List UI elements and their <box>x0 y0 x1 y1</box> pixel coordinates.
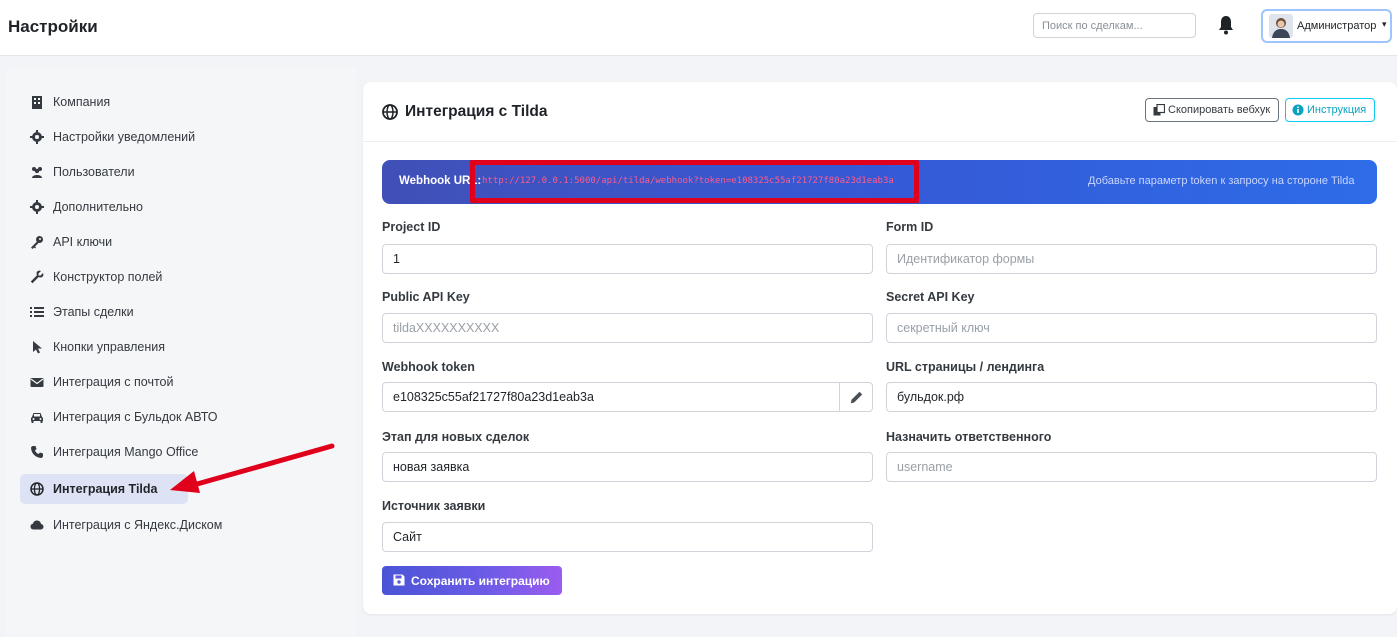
sidebar-item-notifications[interactable]: Настройки уведомлений <box>20 122 195 152</box>
tilda-integration-card: Интеграция с Tilda Скопировать вебхук Ин… <box>363 82 1397 614</box>
sidebar-item-advanced[interactable]: Дополнительно <box>20 192 188 222</box>
sidebar-item-yandex-disk[interactable]: Интеграция с Яндекс.Диском <box>20 510 240 540</box>
sidebar-item-label: Интеграция с Яндекс.Диском <box>53 518 223 532</box>
webhook-hint: Добавьте параметр token к запросу на сто… <box>1088 175 1355 187</box>
envelope-icon <box>30 378 44 387</box>
responsible-input[interactable] <box>886 452 1377 482</box>
project-id-input[interactable] <box>382 244 873 274</box>
responsible-label: Назначить ответственного <box>886 430 1052 444</box>
webhook-token-label: Webhook token <box>382 360 475 374</box>
info-icon <box>1292 104 1304 116</box>
stage-input[interactable] <box>382 452 873 482</box>
sidebar-item-label: Компания <box>53 95 111 109</box>
webhook-token-input[interactable] <box>382 382 840 412</box>
sidebar: Компания Настройки уведомлений Пользоват… <box>6 68 356 637</box>
sidebar-item-label: Настройки уведомлений <box>53 130 196 144</box>
landing-url-input[interactable] <box>886 382 1377 412</box>
pointer-icon <box>33 341 42 354</box>
key-icon <box>31 236 43 249</box>
sidebar-item-users[interactable]: Пользователи <box>20 157 188 187</box>
globe-icon <box>382 104 398 120</box>
secret-key-input[interactable] <box>886 313 1377 343</box>
sidebar-item-label: Пользователи <box>53 165 135 179</box>
sidebar-item-control-buttons[interactable]: Кнопки управления <box>20 332 188 362</box>
bell-icon[interactable] <box>1218 15 1234 35</box>
sidebar-item-label: Кнопки управления <box>53 340 166 354</box>
search-input[interactable] <box>1033 13 1196 38</box>
form-id-label: Form ID <box>886 220 934 234</box>
top-bar: Настройки Администратор ▾ <box>0 0 1397 56</box>
user-menu[interactable]: Администратор ▾ <box>1261 9 1392 43</box>
project-id-label: Project ID <box>382 220 441 234</box>
phone-icon <box>31 446 43 458</box>
sidebar-item-mail-integration[interactable]: Интеграция с почтой <box>20 367 188 397</box>
sidebar-item-label: Дополнительно <box>53 200 143 214</box>
sidebar-item-label: API ключи <box>53 235 113 249</box>
card-title: Интеграция с Tilda <box>405 103 548 120</box>
gear-icon <box>30 130 44 144</box>
secret-key-label: Secret API Key <box>886 290 975 304</box>
public-key-input[interactable] <box>382 313 873 343</box>
wrench-icon <box>30 270 44 284</box>
card-header: Интеграция с Tilda Скопировать вебхук Ин… <box>363 82 1397 142</box>
sidebar-item-company[interactable]: Компания <box>20 87 188 117</box>
sidebar-item-tilda[interactable]: Интеграция Tilda <box>20 474 188 504</box>
instruction-label: Инструкция <box>1307 104 1367 116</box>
chevron-down-icon: ▾ <box>1382 19 1387 29</box>
copy-icon <box>1153 104 1165 116</box>
webhook-url[interactable]: http://127.0.0.1:5000/api/tilda/webhook?… <box>482 176 894 186</box>
save-integration-button[interactable]: Сохранить интеграцию <box>382 566 562 595</box>
copy-webhook-button[interactable]: Скопировать вебхук <box>1145 98 1279 122</box>
source-input[interactable] <box>382 522 873 552</box>
sidebar-item-api-keys[interactable]: API ключи <box>20 227 188 257</box>
sidebar-item-field-builder[interactable]: Конструктор полей <box>20 262 188 292</box>
instruction-button[interactable]: Инструкция <box>1285 98 1375 122</box>
floppy-disk-icon <box>393 574 405 586</box>
sidebar-item-buldok-auto[interactable]: Интеграция с Бульдок АВТО <box>20 402 220 432</box>
user-name: Администратор <box>1297 20 1377 32</box>
sidebar-item-deal-stages[interactable]: Этапы сделки <box>20 297 188 327</box>
gear-icon <box>30 200 44 214</box>
pencil-icon <box>850 391 863 404</box>
cloud-icon <box>30 520 44 530</box>
sidebar-item-label: Интеграция Tilda <box>53 482 158 496</box>
form-id-input[interactable] <box>886 244 1377 274</box>
globe-icon <box>30 482 44 496</box>
page-title: Настройки <box>8 17 98 36</box>
copy-webhook-label: Скопировать вебхук <box>1168 104 1271 116</box>
save-integration-label: Сохранить интеграцию <box>411 574 550 588</box>
webhook-label: Webhook URL: <box>399 175 482 187</box>
landing-url-label: URL страницы / лендинга <box>886 360 1045 374</box>
sidebar-item-label: Интеграция Mango Office <box>53 445 199 459</box>
car-icon <box>31 413 43 423</box>
edit-token-button[interactable] <box>839 382 873 412</box>
users-icon <box>32 167 42 178</box>
avatar <box>1269 14 1293 38</box>
public-key-label: Public API Key <box>382 290 470 304</box>
stage-label: Этап для новых сделок <box>382 430 530 444</box>
sidebar-item-mango-office[interactable]: Интеграция Mango Office <box>20 437 220 467</box>
source-label: Источник заявки <box>382 499 486 513</box>
sidebar-item-label: Конструктор полей <box>53 270 163 284</box>
list-icon <box>30 307 44 317</box>
building-icon <box>32 96 42 109</box>
sidebar-item-label: Интеграция с почтой <box>53 375 174 389</box>
sidebar-item-label: Интеграция с Бульдок АВТО <box>53 410 218 424</box>
webhook-banner: Webhook URL: http://127.0.0.1:5000/api/t… <box>382 160 1377 204</box>
sidebar-item-label: Этапы сделки <box>53 305 134 319</box>
